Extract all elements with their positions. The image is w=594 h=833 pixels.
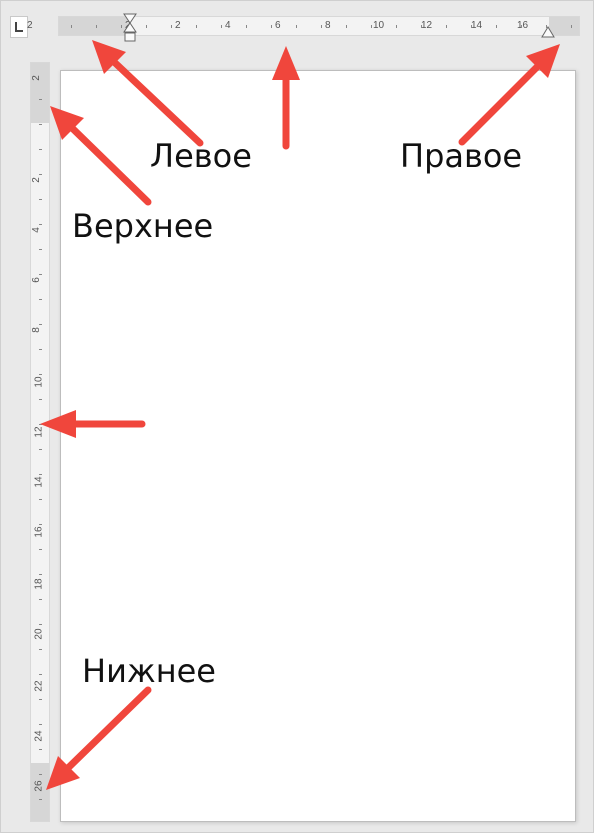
ruler-tick-mark [39, 99, 42, 100]
ruler-tick-mark [39, 224, 42, 225]
ruler-tick-label: 26 [33, 780, 45, 792]
ruler-tick-mark [39, 424, 42, 425]
ruler-tick-mark [39, 524, 42, 525]
tab-stop-left-icon [15, 22, 23, 32]
ruler-tick-label: 10 [373, 20, 385, 31]
ruler-tick-mark [321, 25, 322, 28]
ruler-tick-mark [39, 124, 42, 125]
ruler-tick-mark [496, 25, 497, 28]
ruler-tick-mark [571, 25, 572, 28]
ruler-tick-label: 8 [325, 20, 331, 31]
ruler-tick-mark [421, 25, 422, 28]
ruler-tick-label: 16 [517, 20, 529, 31]
ruler-tick-label: 4 [225, 20, 231, 31]
ruler-tick-mark [71, 25, 72, 28]
ruler-tick-mark [146, 25, 147, 28]
ruler-tick-label: 14 [471, 20, 483, 31]
ruler-tick-mark [39, 199, 42, 200]
ruler-tick-mark [39, 399, 42, 400]
ruler-tick-mark [39, 274, 42, 275]
ruler-tick-mark [171, 25, 172, 28]
ruler-tick-mark [346, 25, 347, 28]
ruler-tick-label: 4 [30, 227, 42, 233]
ruler-tick-label: 6 [30, 277, 42, 283]
ruler-tick-label: 18 [33, 578, 45, 590]
ruler-tick-label: 22 [33, 680, 45, 692]
ruler-tick-mark [39, 649, 42, 650]
ruler-tick-label: 16 [33, 526, 45, 538]
vertical-ruler[interactable]: 2 2 4 6 8 10 12 14 16 18 20 22 24 26 [30, 62, 50, 822]
ruler-left-margin-zone [59, 17, 129, 35]
ruler-tick-label: 10 [33, 376, 45, 388]
ruler-tick-mark [39, 674, 42, 675]
ruler-tick-mark [39, 499, 42, 500]
ruler-tick-mark [39, 724, 42, 725]
ruler-tick-label: 8 [30, 327, 42, 333]
document-page[interactable] [60, 70, 576, 822]
ruler-tick-mark [471, 25, 472, 28]
ruler-tick-mark [39, 624, 42, 625]
ruler-tick-mark [39, 249, 42, 250]
ruler-tick-mark [39, 349, 42, 350]
ruler-tick-mark [396, 25, 397, 28]
ruler-tick-mark [39, 299, 42, 300]
label-left-margin: Левое [150, 137, 252, 175]
ruler-tick-mark [39, 374, 42, 375]
ruler-tick-mark [39, 699, 42, 700]
document-window: 22246810121416 22468101214161820222426 Л… [0, 0, 594, 833]
right-indent-marker-icon[interactable] [540, 25, 556, 39]
ruler-bottom-margin-zone [31, 763, 49, 821]
ruler-tick-mark [39, 574, 42, 575]
ruler-tick-label: 2 [27, 20, 33, 31]
ruler-tick-label: 2 [30, 75, 42, 81]
label-right-margin: Правое [400, 137, 523, 175]
ruler-tick-label: 12 [33, 426, 45, 438]
ruler-tick-mark [246, 25, 247, 28]
first-line-indent-marker-icon[interactable] [122, 13, 138, 43]
label-top-margin: Верхнее [72, 207, 214, 245]
ruler-tick-mark [39, 449, 42, 450]
ruler-tick-label: 20 [33, 628, 45, 640]
ruler-tick-mark [446, 25, 447, 28]
ruler-tick-mark [39, 549, 42, 550]
ruler-tick-mark [39, 174, 42, 175]
ruler-tick-mark [521, 25, 522, 28]
ruler-top-margin-zone [31, 63, 49, 123]
ruler-tick-mark [39, 324, 42, 325]
ruler-tick-mark [39, 749, 42, 750]
ruler-tick-mark [39, 599, 42, 600]
label-bottom-margin: Нижнее [82, 652, 216, 690]
ruler-tick-mark [39, 774, 42, 775]
ruler-tick-label: 24 [33, 730, 45, 742]
ruler-tick-label: 2 [175, 20, 181, 31]
ruler-tick-mark [39, 474, 42, 475]
tab-selector-button[interactable] [10, 16, 28, 38]
ruler-tick-mark [39, 149, 42, 150]
ruler-tick-mark [39, 799, 42, 800]
ruler-tick-label: 12 [421, 20, 433, 31]
ruler-tick-mark [371, 25, 372, 28]
ruler-tick-mark [196, 25, 197, 28]
ruler-tick-mark [96, 25, 97, 28]
ruler-tick-mark [271, 25, 272, 28]
ruler-tick-label: 14 [33, 476, 45, 488]
ruler-tick-mark [221, 25, 222, 28]
ruler-tick-label: 6 [275, 20, 281, 31]
ruler-tick-label: 2 [30, 177, 42, 183]
ruler-tick-mark [296, 25, 297, 28]
